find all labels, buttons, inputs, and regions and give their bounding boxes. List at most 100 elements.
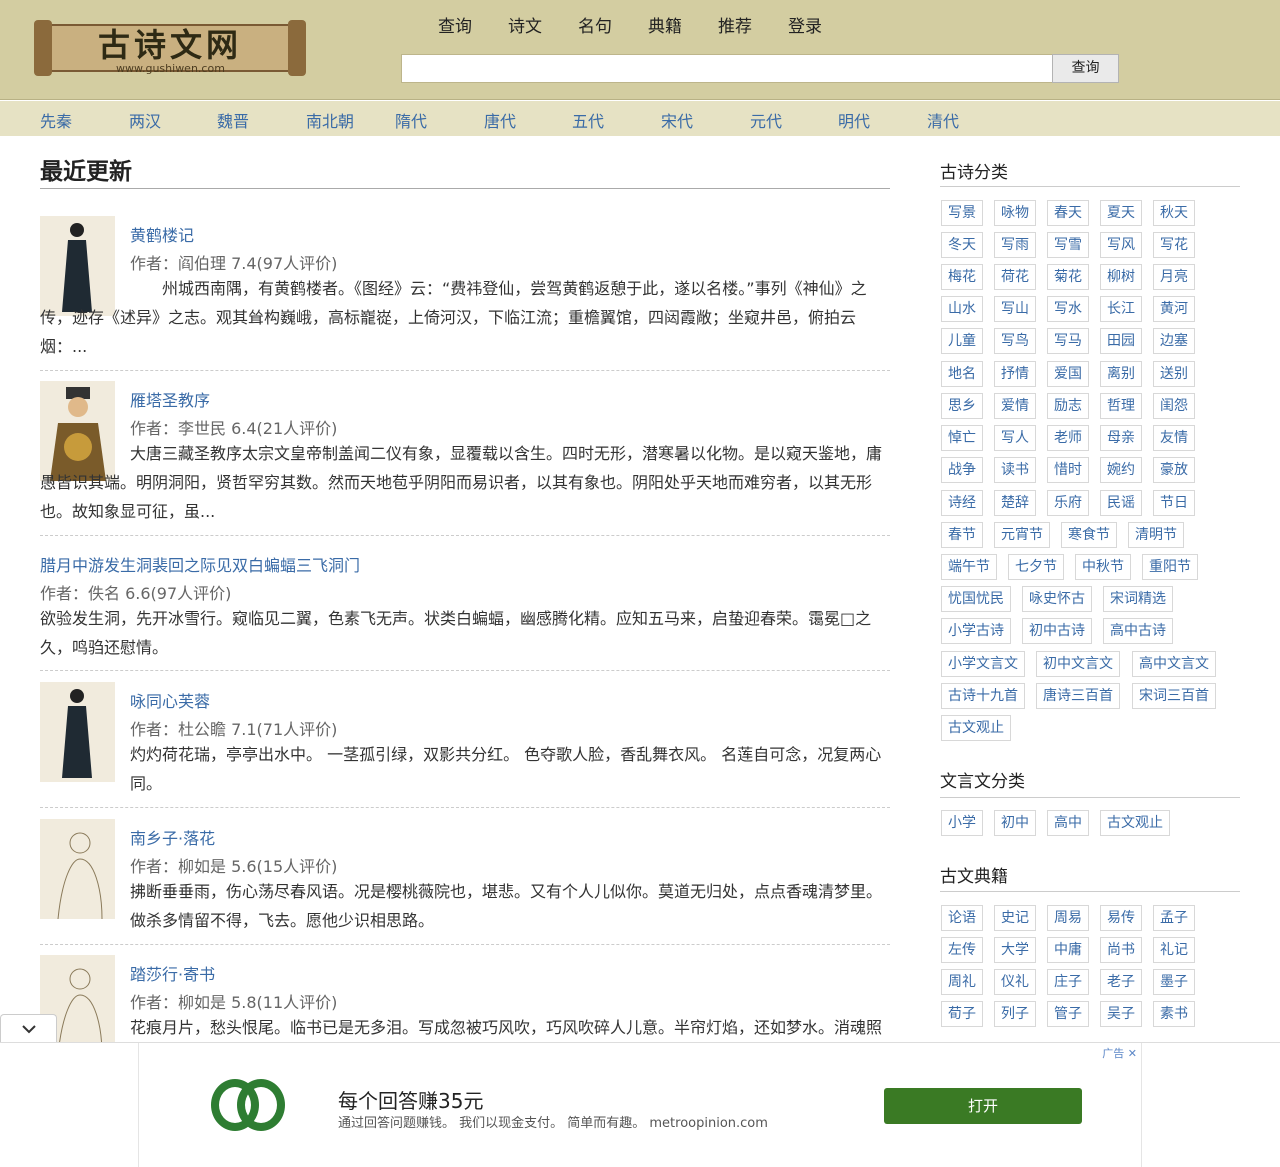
- category-tag[interactable]: 送别: [1153, 361, 1195, 387]
- category-tag[interactable]: 高中文言文: [1132, 651, 1216, 677]
- dynasty-link[interactable]: 隋代: [395, 108, 427, 132]
- category-tag[interactable]: 墨子: [1153, 969, 1195, 995]
- collapse-ad-button[interactable]: [0, 1014, 57, 1042]
- ad-close-label[interactable]: 广告 ✕: [1102, 1045, 1137, 1061]
- category-tag[interactable]: 孟子: [1153, 905, 1195, 931]
- nav-recommend[interactable]: 推荐: [700, 14, 770, 40]
- category-tag[interactable]: 春节: [941, 522, 983, 548]
- category-tag[interactable]: 史记: [994, 905, 1036, 931]
- category-tag[interactable]: 管子: [1047, 1001, 1089, 1027]
- category-tag[interactable]: 列子: [994, 1001, 1036, 1027]
- category-tag[interactable]: 周易: [1047, 905, 1089, 931]
- category-tag[interactable]: 长江: [1100, 296, 1142, 322]
- author-portrait[interactable]: [40, 819, 115, 919]
- category-tag[interactable]: 诗经: [941, 490, 983, 516]
- category-tag[interactable]: 抒情: [994, 361, 1036, 387]
- category-tag[interactable]: 初中文言文: [1036, 651, 1120, 677]
- category-tag[interactable]: 民谣: [1100, 490, 1142, 516]
- category-tag[interactable]: 老子: [1100, 969, 1142, 995]
- category-tag[interactable]: 寒食节: [1061, 522, 1117, 548]
- category-tag[interactable]: 礼记: [1153, 937, 1195, 963]
- category-tag[interactable]: 初中: [994, 810, 1036, 836]
- category-tag[interactable]: 荀子: [941, 1001, 983, 1027]
- category-tag[interactable]: 素书: [1153, 1001, 1195, 1027]
- category-tag[interactable]: 咏物: [994, 200, 1036, 226]
- dynasty-link[interactable]: 清代: [927, 108, 959, 132]
- poem-author[interactable]: 作者：柳如是 5.8(11人评价): [130, 989, 337, 1013]
- poem-title[interactable]: 雁塔圣教序: [130, 387, 210, 411]
- category-tag[interactable]: 清明节: [1128, 522, 1184, 548]
- category-tag[interactable]: 乐府: [1047, 490, 1089, 516]
- category-tag[interactable]: 庄子: [1047, 969, 1089, 995]
- category-tag[interactable]: 易传: [1100, 905, 1142, 931]
- category-tag[interactable]: 婉约: [1100, 457, 1142, 483]
- search-input[interactable]: [401, 54, 1053, 83]
- category-tag[interactable]: 中秋节: [1075, 554, 1131, 580]
- category-tag[interactable]: 田园: [1100, 328, 1142, 354]
- category-tag[interactable]: 端午节: [941, 554, 997, 580]
- category-tag[interactable]: 地名: [941, 361, 983, 387]
- category-tag[interactable]: 左传: [941, 937, 983, 963]
- category-tag[interactable]: 爱情: [994, 393, 1036, 419]
- nav-login[interactable]: 登录: [770, 14, 840, 40]
- category-tag[interactable]: 冬天: [941, 232, 983, 258]
- poem-author[interactable]: 作者：杜公瞻 7.1(71人评价): [130, 716, 337, 740]
- category-tag[interactable]: 大学: [994, 937, 1036, 963]
- category-tag[interactable]: 励志: [1047, 393, 1089, 419]
- category-tag[interactable]: 月亮: [1153, 264, 1195, 290]
- category-tag[interactable]: 高中: [1047, 810, 1089, 836]
- category-tag[interactable]: 节日: [1153, 490, 1195, 516]
- category-tag[interactable]: 古文观止: [1100, 810, 1170, 836]
- category-tag[interactable]: 周礼: [941, 969, 983, 995]
- category-tag[interactable]: 唐诗三百首: [1036, 683, 1120, 709]
- category-tag[interactable]: 爱国: [1047, 361, 1089, 387]
- category-tag[interactable]: 古诗十九首: [941, 683, 1025, 709]
- category-tag[interactable]: 夏天: [1100, 200, 1142, 226]
- poem-title[interactable]: 黄鹤楼记: [130, 222, 194, 246]
- category-tag[interactable]: 古文观止: [941, 715, 1011, 741]
- nav-query[interactable]: 查询: [420, 14, 490, 40]
- poem-title[interactable]: 踏莎行·寄书: [130, 961, 215, 985]
- category-tag[interactable]: 写人: [994, 425, 1036, 451]
- category-tag[interactable]: 边塞: [1153, 328, 1195, 354]
- category-tag[interactable]: 小学文言文: [941, 651, 1025, 677]
- category-tag[interactable]: 写鸟: [994, 328, 1036, 354]
- category-tag[interactable]: 写景: [941, 200, 983, 226]
- category-tag[interactable]: 写雪: [1047, 232, 1089, 258]
- dynasty-link[interactable]: 魏晋: [217, 108, 249, 132]
- category-tag[interactable]: 中庸: [1047, 937, 1089, 963]
- dynasty-link[interactable]: 宋代: [661, 108, 693, 132]
- category-tag[interactable]: 元宵节: [994, 522, 1050, 548]
- ad-content[interactable]: 每个回答赚35元 通过回答问题赚钱。 我们以现金支付。 简单而有趣。 metro…: [138, 1043, 1142, 1167]
- category-tag[interactable]: 吴子: [1100, 1001, 1142, 1027]
- category-tag[interactable]: 写山: [994, 296, 1036, 322]
- category-tag[interactable]: 战争: [941, 457, 983, 483]
- category-tag[interactable]: 儿童: [941, 328, 983, 354]
- dynasty-link[interactable]: 五代: [572, 108, 604, 132]
- category-tag[interactable]: 写雨: [994, 232, 1036, 258]
- category-tag[interactable]: 忧国忧民: [941, 586, 1011, 612]
- category-tag[interactable]: 菊花: [1047, 264, 1089, 290]
- category-tag[interactable]: 咏史怀古: [1022, 586, 1092, 612]
- category-tag[interactable]: 梅花: [941, 264, 983, 290]
- poem-author[interactable]: 作者：柳如是 5.6(15人评价): [130, 853, 337, 877]
- category-tag[interactable]: 离别: [1100, 361, 1142, 387]
- dynasty-link[interactable]: 元代: [750, 108, 782, 132]
- category-tag[interactable]: 友情: [1153, 425, 1195, 451]
- category-tag[interactable]: 写花: [1153, 232, 1195, 258]
- category-tag[interactable]: 母亲: [1100, 425, 1142, 451]
- nav-poems[interactable]: 诗文: [490, 14, 560, 40]
- category-tag[interactable]: 哲理: [1100, 393, 1142, 419]
- category-tag[interactable]: 思乡: [941, 393, 983, 419]
- ad-open-button[interactable]: 打开: [884, 1088, 1082, 1124]
- dynasty-link[interactable]: 唐代: [484, 108, 516, 132]
- search-button[interactable]: 查询: [1052, 54, 1119, 83]
- category-tag[interactable]: 论语: [941, 905, 983, 931]
- poem-title[interactable]: 南乡子·落花: [130, 825, 215, 849]
- site-logo[interactable]: 古诗文网 www.gushiwen.com: [34, 18, 306, 78]
- dynasty-link[interactable]: 明代: [838, 108, 870, 132]
- category-tag[interactable]: 宋词精选: [1103, 586, 1173, 612]
- category-tag[interactable]: 山水: [941, 296, 983, 322]
- category-tag[interactable]: 闺怨: [1153, 393, 1195, 419]
- dynasty-link[interactable]: 先秦: [40, 108, 72, 132]
